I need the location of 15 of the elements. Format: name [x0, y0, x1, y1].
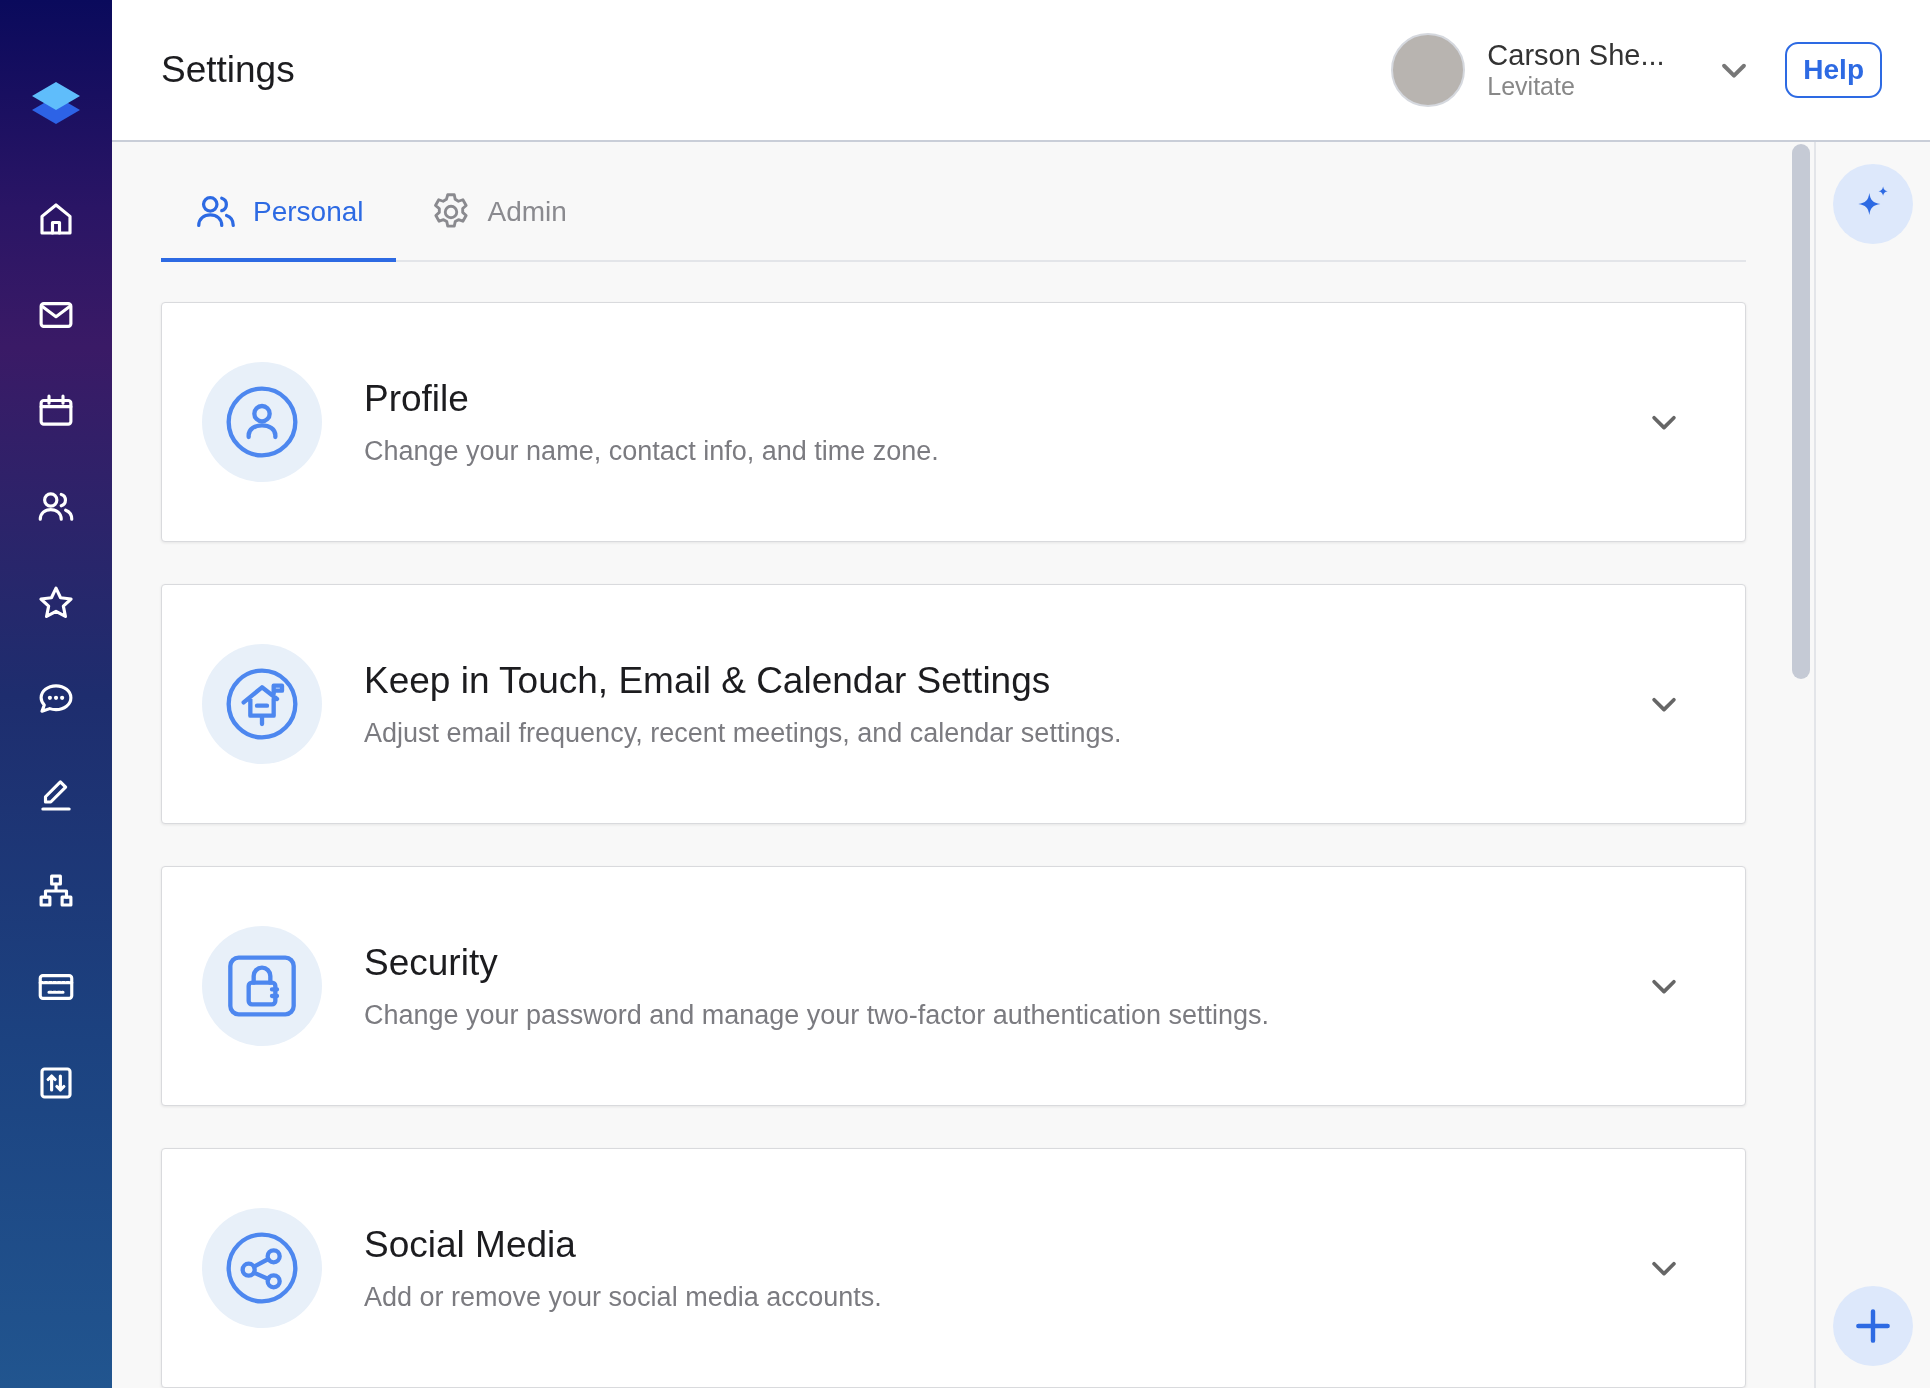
- card-title: Security: [364, 941, 499, 984]
- tab[interactable]: Personal: [161, 166, 396, 262]
- scrollbar-thumb[interactable]: [1792, 144, 1810, 679]
- tab[interactable]: Admin: [395, 166, 599, 262]
- card-title: Social Media: [364, 1223, 577, 1266]
- card-description: Change your name, contact info, and time zone.: [364, 435, 940, 467]
- card-description: Change your password and manage your two-factor authentication settings.: [364, 999, 1271, 1031]
- card-title: Profile: [364, 377, 470, 420]
- page-title: Settings: [161, 49, 296, 91]
- card-description: Adjust email frequency, recent meetings, and calendar settings.: [364, 717, 1123, 749]
- help-button[interactable]: Help: [1785, 42, 1882, 98]
- user-name: Carson She...: [1487, 39, 1666, 72]
- card-title: Keep in Touch, Email & Calendar Settings: [364, 659, 1052, 702]
- organization-name: Levitate: [1487, 72, 1576, 101]
- card-description: Add or remove your social media accounts.: [364, 1281, 883, 1313]
